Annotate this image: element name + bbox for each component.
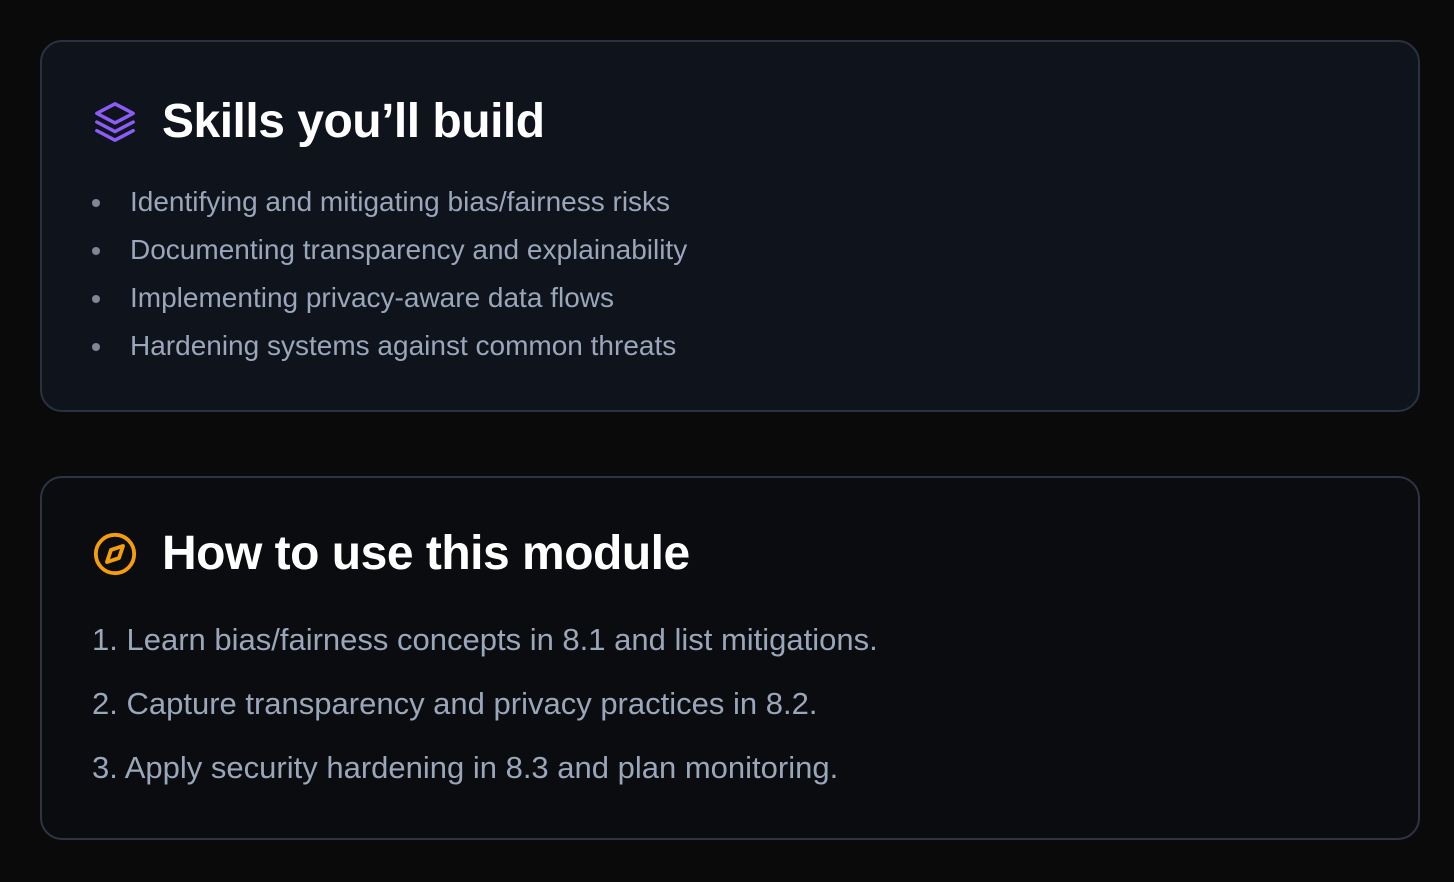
- skills-card-title: Skills you’ll build: [162, 95, 545, 148]
- skills-list-item: Identifying and mitigating bias/fairness…: [90, 178, 687, 226]
- bullet-dot: [92, 199, 100, 207]
- skills-list-item-label: Implementing privacy-aware data flows: [130, 282, 614, 313]
- howto-card-header: How to use this module: [92, 530, 690, 578]
- howto-card: How to use this module 1. Learn bias/fai…: [40, 476, 1420, 840]
- steps-list: 1. Learn bias/fairness concepts in 8.1 a…: [92, 608, 878, 800]
- skills-list-item: Documenting transparency and explainabil…: [90, 226, 687, 274]
- compass-icon: [92, 531, 138, 577]
- skills-list-item-label: Documenting transparency and explainabil…: [130, 234, 688, 265]
- skills-list: Identifying and mitigating bias/fairness…: [90, 178, 687, 370]
- skills-card: Skills you’ll build Identifying and miti…: [40, 40, 1420, 412]
- bullet-dot: [92, 295, 100, 303]
- skills-list-item-label: Identifying and mitigating bias/fairness…: [130, 186, 671, 217]
- step-item: 2. Capture transparency and privacy prac…: [92, 686, 818, 721]
- layers-icon: [92, 99, 138, 145]
- howto-card-title: How to use this module: [162, 527, 690, 580]
- skills-list-item: Hardening systems against common threats: [90, 322, 687, 370]
- step-item: 3. Apply security hardening in 8.3 and p…: [92, 750, 839, 785]
- skills-list-item-label: Hardening systems against common threats: [130, 330, 677, 361]
- skills-list-item: Implementing privacy-aware data flows: [90, 274, 687, 322]
- bullet-dot: [92, 343, 100, 351]
- bullet-dot: [92, 247, 100, 255]
- step-item: 1. Learn bias/fairness concepts in 8.1 a…: [92, 622, 878, 657]
- skills-card-header: Skills you’ll build: [92, 98, 545, 146]
